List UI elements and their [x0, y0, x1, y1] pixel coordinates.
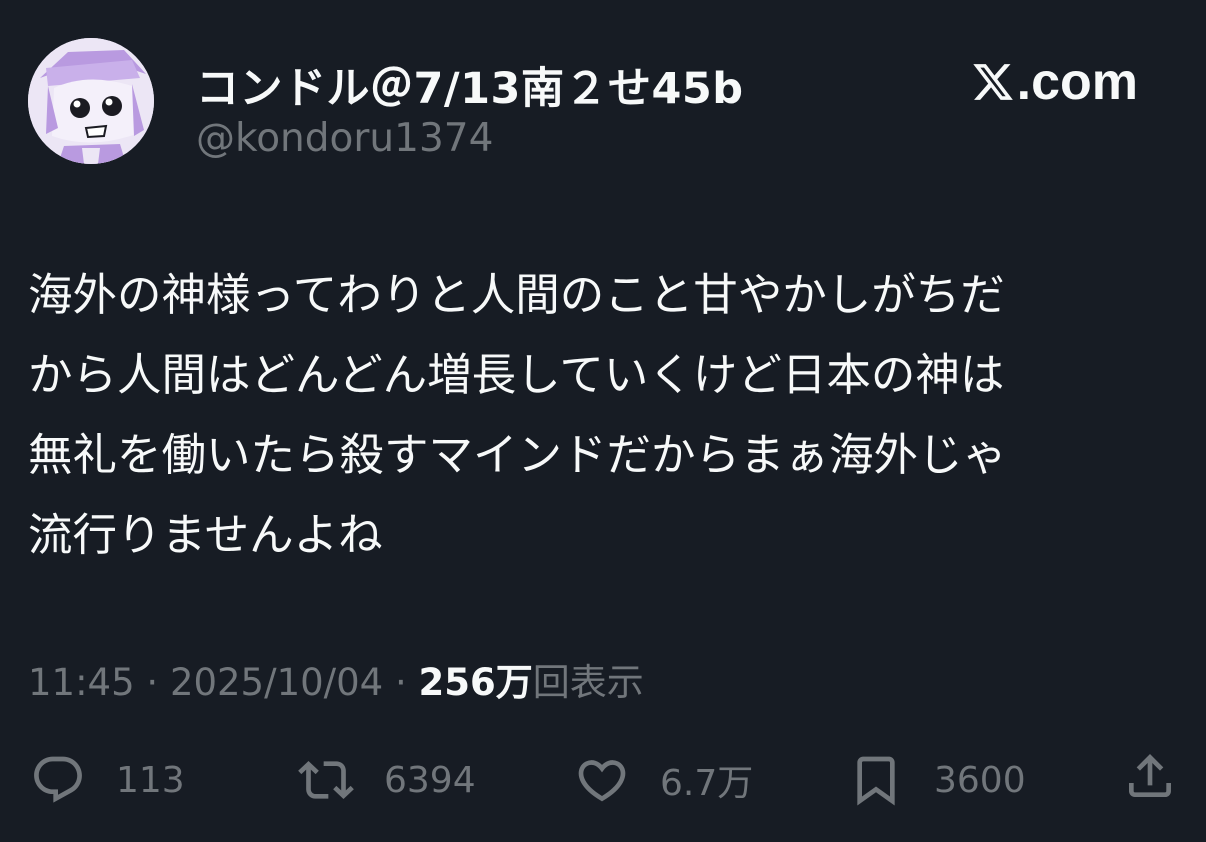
meta-separator: ·: [383, 661, 419, 704]
repost-button[interactable]: 6394: [298, 748, 476, 812]
bookmark-count: 3600: [934, 759, 1026, 801]
bookmark-button[interactable]: 3600: [848, 748, 1026, 812]
author-handle[interactable]: @kondoru1374: [196, 116, 493, 161]
tweet-time[interactable]: 11:45: [28, 661, 135, 704]
reply-button[interactable]: 113: [30, 748, 185, 812]
brand-domain-text: .com: [1016, 53, 1138, 111]
action-bar: 113 6394 6.7万 3600: [0, 748, 1206, 812]
tweet-date[interactable]: 2025/10/04: [170, 661, 383, 704]
brand-logo: .com: [971, 52, 1138, 112]
views-count: 256万: [418, 661, 533, 704]
meta-separator: ·: [134, 661, 170, 704]
reply-icon: [34, 756, 82, 803]
tweet-text: 海外の神様ってわりと人間のこと甘やかしがちだ から人間はどんどん増長していくけど…: [28, 270, 1008, 561]
like-button[interactable]: 6.7万: [574, 748, 753, 812]
bookmark-icon: [857, 756, 895, 806]
repost-count: 6394: [384, 759, 476, 801]
tweet-meta: 11:45 · 2025/10/04 · 256万回表示: [28, 652, 644, 706]
heart-icon: [578, 760, 626, 802]
author-display-name[interactable]: コンドル＠7/13南２せ45b: [196, 54, 744, 116]
character-avatar-icon: [28, 38, 154, 164]
repost-icon: [298, 761, 354, 799]
share-icon: [1129, 754, 1171, 797]
avatar[interactable]: [28, 38, 154, 164]
views-label: 回表示: [532, 661, 644, 704]
like-count: 6.7万: [660, 763, 754, 804]
reply-count: 113: [116, 759, 185, 801]
share-button[interactable]: [1122, 748, 1178, 808]
x-logo-icon: [972, 64, 1013, 100]
